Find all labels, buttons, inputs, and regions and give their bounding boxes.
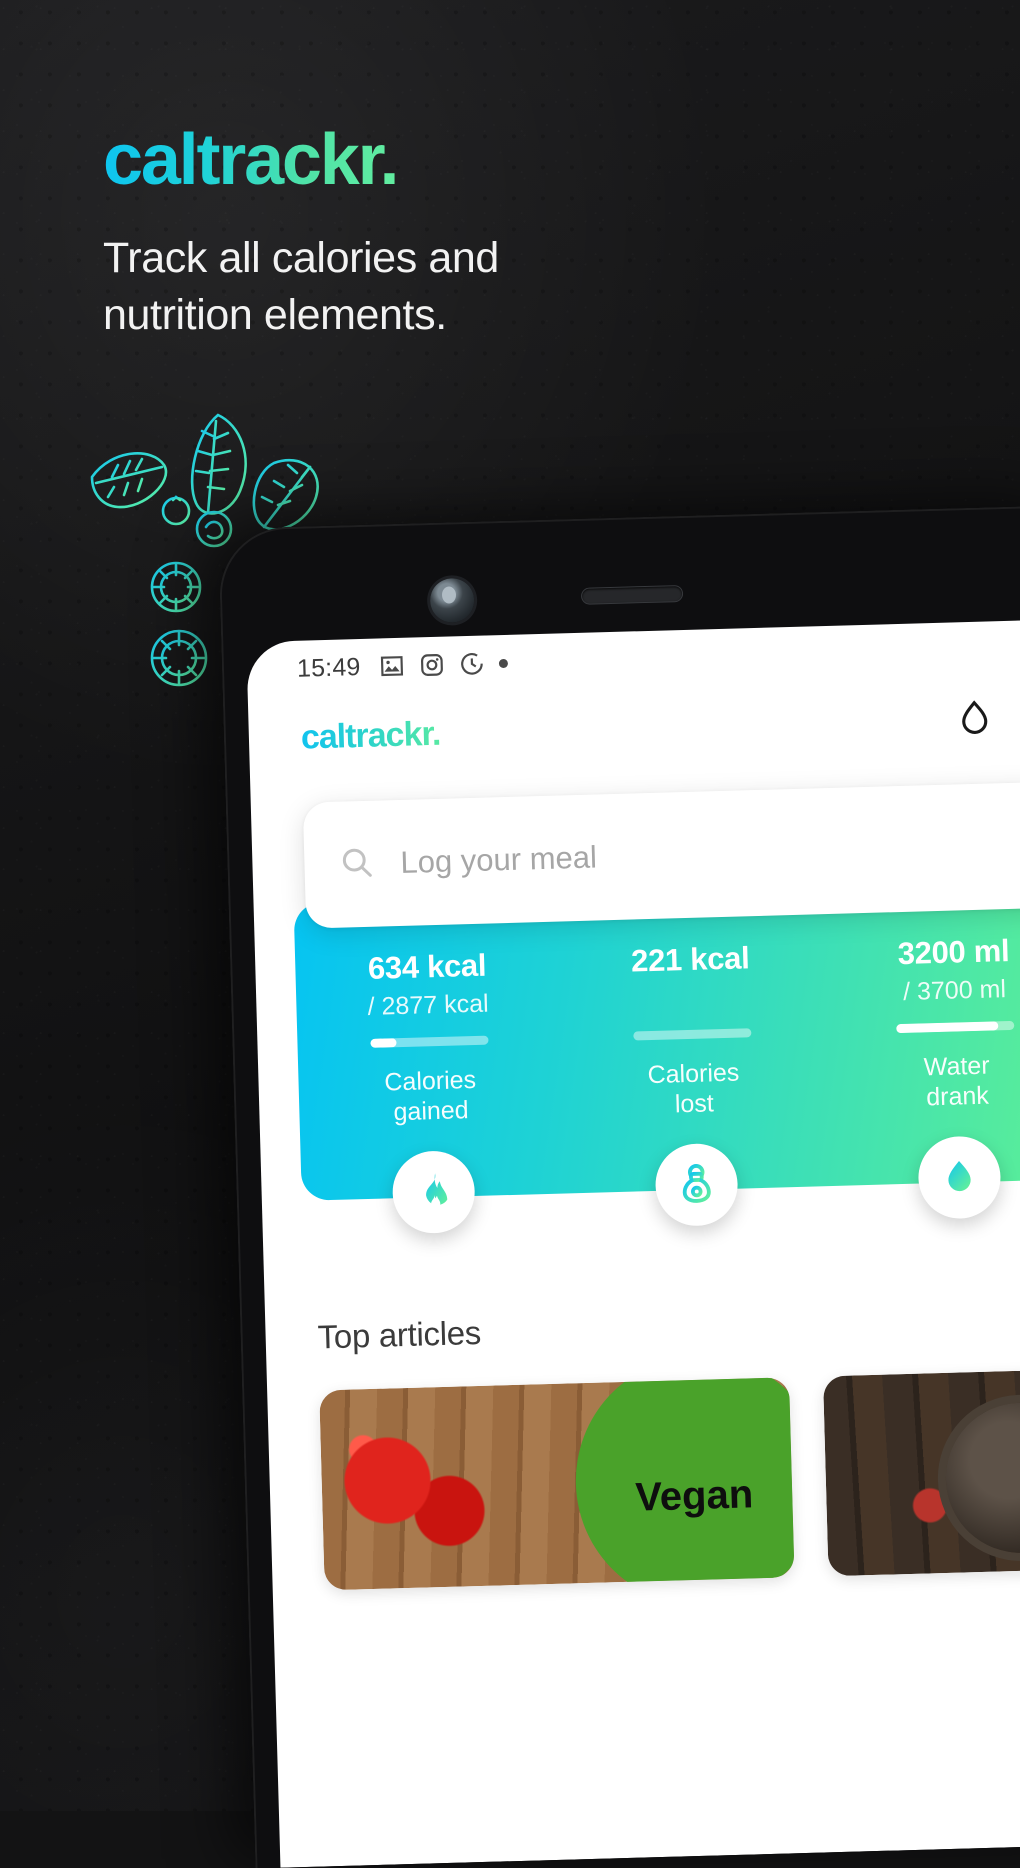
- hero-tagline: Track all calories and nutrition element…: [103, 234, 499, 340]
- stat-caption: Calories lost: [647, 1058, 740, 1119]
- search-input-placeholder[interactable]: Log your meal: [400, 839, 597, 880]
- hero-brand-logo: caltrackr.: [103, 120, 399, 200]
- hero-section: caltrackr. Track all calories and nutrit…: [103, 124, 743, 344]
- app-brand-logo: caltrackr.: [300, 714, 441, 757]
- search-bar[interactable]: Log your meal: [302, 781, 1020, 929]
- fab-cell: [564, 1140, 830, 1229]
- status-bar-clock: 15:49: [296, 652, 361, 683]
- water-drop-icon-button[interactable]: [917, 1135, 1002, 1220]
- article-badge-label: Vegan: [634, 1471, 754, 1520]
- header-water-drop-icon[interactable]: [947, 691, 1002, 746]
- fab-cell: [827, 1133, 1020, 1222]
- flame-icon-button[interactable]: [391, 1150, 476, 1235]
- stat-value: 634 kcal: [367, 947, 487, 986]
- header-spacer: [462, 720, 925, 733]
- stat-progress-bar: [896, 1020, 1015, 1034]
- top-articles-section: Top articles Vegan: [317, 1296, 1020, 1591]
- stat-progress-bar: [370, 1035, 489, 1048]
- article-badge: Vegan: [572, 1377, 795, 1591]
- article-card[interactable]: [822, 1363, 1020, 1577]
- clock-circle-icon: [458, 651, 485, 678]
- top-articles-heading: Top articles: [317, 1313, 482, 1356]
- stat-target: / 2877 kcal: [367, 989, 489, 1021]
- earpiece-speaker: [581, 585, 683, 604]
- phone-screen: 15:49 caltrackr. Log your meal 634 kcal …: [246, 618, 1020, 1868]
- stat-target: / 3700 ml: [902, 975, 1007, 1006]
- stat-value: 3200 ml: [897, 932, 1010, 972]
- phone-mockup: 15:49 caltrackr. Log your meal 634 kcal …: [218, 504, 1020, 1868]
- search-icon: [338, 843, 375, 885]
- dot-icon: [498, 658, 508, 668]
- camera-lens-highlight: [441, 586, 457, 604]
- article-carousel[interactable]: Vegan: [319, 1363, 1020, 1591]
- stat-caption: Calories gained: [384, 1065, 477, 1127]
- fab-cell: [301, 1148, 567, 1237]
- instagram-icon: [418, 652, 445, 679]
- kettlebell-icon-button[interactable]: [654, 1142, 739, 1227]
- stat-caption: Water drank: [923, 1051, 990, 1112]
- image-icon: [378, 653, 405, 680]
- status-bar-spacer: [521, 648, 1020, 662]
- stats-summary-card: 634 kcal / 2877 kcal Calories gained 221…: [293, 880, 1020, 1235]
- stat-value: 221 kcal: [630, 940, 750, 979]
- article-card[interactable]: Vegan: [319, 1377, 795, 1591]
- front-camera: [429, 577, 475, 624]
- stat-progress-bar: [633, 1028, 752, 1041]
- stat-target: [691, 984, 692, 1014]
